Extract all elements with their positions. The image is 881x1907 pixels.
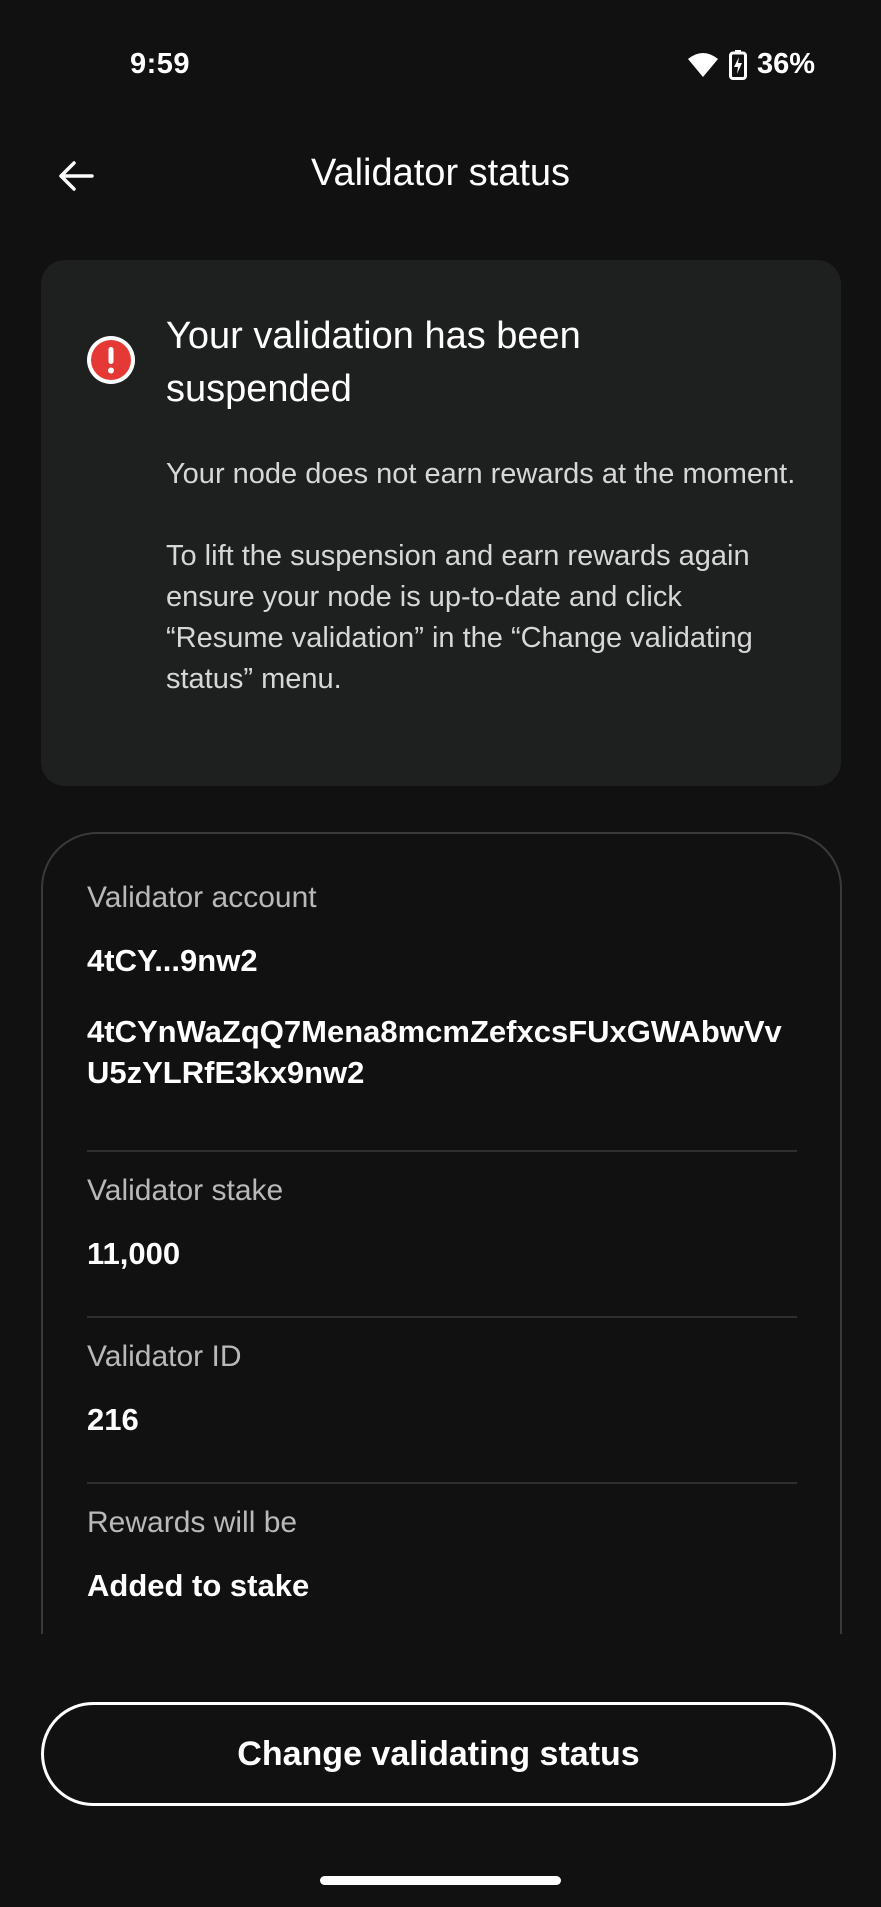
validator-account-short[interactable]: 4tCY...9nw2 (87, 941, 797, 981)
battery-percentage: 36% (756, 48, 815, 80)
divider (87, 1316, 797, 1318)
validator-stake-label: Validator stake (87, 1174, 284, 1207)
status-time: 9:59 (130, 48, 191, 80)
validator-id-section: Validator ID 216 (87, 1337, 797, 1440)
alert-circle-icon (85, 334, 137, 386)
alert-paragraph-2: To lift the suspension and earn rewards … (166, 540, 753, 695)
validator-id-label: Validator ID (87, 1340, 242, 1373)
validator-stake-section: Validator stake 11,000 (87, 1171, 797, 1274)
battery-charging-icon (728, 49, 747, 80)
status-bar: 9:59 36% (0, 0, 881, 130)
validator-account-label: Validator account (87, 881, 317, 914)
home-indicator[interactable] (320, 1876, 561, 1885)
validator-id-value: 216 (87, 1402, 139, 1437)
change-validating-status-button[interactable]: Change validating status (41, 1702, 836, 1806)
suspension-alert-card: Your validation has been suspended Your … (41, 260, 841, 786)
alert-title: Your validation has been suspended (166, 315, 581, 410)
divider (87, 1482, 797, 1484)
validator-stake-value: 11,000 (87, 1236, 181, 1271)
validator-account-section: Validator account 4tCY...9nw2 4tCYnWaZqQ… (87, 878, 797, 1093)
wifi-icon (687, 52, 719, 78)
validator-account-full[interactable]: 4tCYnWaZqQ7Mena8mcmZefxcsFUxGWAbwVvU5zYL… (87, 1011, 797, 1093)
page-title: Validator status (310, 152, 571, 194)
rewards-label: Rewards will be (87, 1506, 298, 1539)
validator-details-card: Validator account 4tCY...9nw2 4tCYnWaZqQ… (41, 832, 842, 1634)
alert-body: Your node does not earn rewards at the m… (166, 454, 806, 700)
rewards-section: Rewards will be Added to stake (87, 1503, 797, 1606)
status-icons: 36% (687, 48, 815, 81)
alert-paragraph-1: Your node does not earn rewards at the m… (166, 458, 796, 490)
rewards-value: Added to stake (87, 1568, 310, 1603)
divider (87, 1150, 797, 1152)
